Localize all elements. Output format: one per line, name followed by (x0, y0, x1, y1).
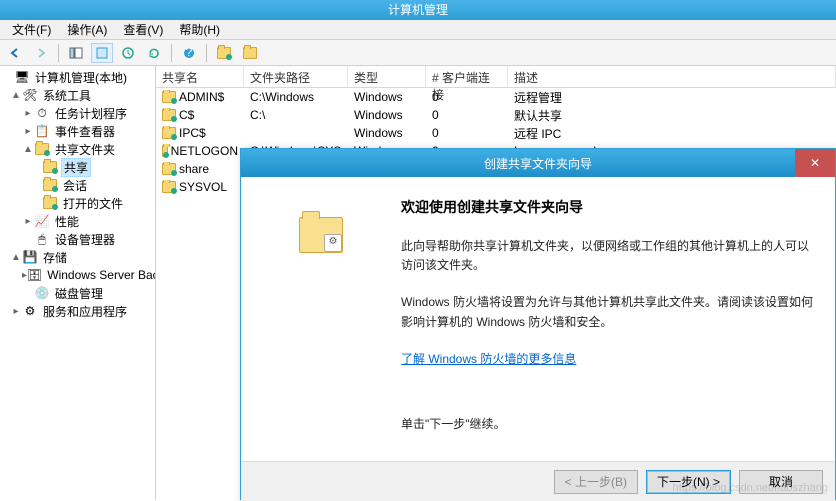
share-path: C:\Windows (244, 90, 348, 104)
create-share-wizard: 创建共享文件夹向导 ✕ 欢迎使用创建共享文件夹向导 此向导帮助你共享计算机文件夹… (240, 148, 836, 500)
back-button: < 上一步(B) (554, 470, 638, 494)
tree-shares[interactable]: 共享 (2, 158, 153, 176)
share-name: share (179, 162, 209, 176)
tree-disk-mgmt[interactable]: 💿磁盘管理 (2, 284, 153, 302)
share-type: Windows (348, 108, 426, 122)
disk-icon: 💿 (34, 285, 50, 301)
share-row[interactable]: C$ C:\Windows0默认共享 (156, 106, 836, 124)
tree-event-viewer[interactable]: ▸📋事件查看器 (2, 122, 153, 140)
col-name[interactable]: 共享名 (156, 66, 244, 87)
back-button[interactable] (4, 43, 26, 63)
tree-system-tools[interactable]: ▲🛠系统工具 (2, 86, 153, 104)
properties-button[interactable] (91, 43, 113, 63)
list-header: 共享名 文件夹路径 类型 # 客户端连接 描述 (156, 66, 836, 88)
new-share-button[interactable] (213, 43, 235, 63)
svg-text:?: ? (186, 46, 193, 59)
toolbar-separator (58, 44, 59, 62)
event-icon: 📋 (34, 123, 50, 139)
menu-action[interactable]: 操作(A) (59, 19, 115, 40)
tree-services[interactable]: ▸⚙服务和应用程序 (2, 302, 153, 320)
shared-folder-icon (162, 91, 176, 103)
menubar: 文件(F) 操作(A) 查看(V) 帮助(H) (0, 20, 836, 40)
share-row[interactable]: ADMIN$ C:\WindowsWindows0远程管理 (156, 88, 836, 106)
shared-folder-icon (162, 145, 168, 157)
shared-folder-icon (42, 195, 58, 211)
tools-icon: 🛠 (22, 87, 38, 103)
wizard-titlebar[interactable]: 创建共享文件夹向导 ✕ (241, 149, 835, 177)
shared-folder-icon (34, 141, 50, 157)
col-path[interactable]: 文件夹路径 (244, 66, 348, 87)
col-type[interactable]: 类型 (348, 66, 426, 87)
share-conn: 0 (426, 90, 508, 104)
nav-tree: 🖥计算机管理(本地) ▲🛠系统工具 ▸⏱任务计划程序 ▸📋事件查看器 ▲共享文件… (0, 66, 156, 500)
toolbar: ? (0, 40, 836, 66)
show-hide-tree-button[interactable] (65, 43, 87, 63)
share-name: IPC$ (179, 126, 206, 140)
tree-performance[interactable]: ▸📈性能 (2, 212, 153, 230)
wizard-text: 单击"下一步"继续。 (401, 415, 815, 434)
share-desc: 远程管理 (508, 89, 836, 106)
stop-sharing-button[interactable] (239, 43, 261, 63)
shared-folder-icon (162, 181, 176, 193)
tree-storage[interactable]: ▲💾存储 (2, 248, 153, 266)
shared-folder-icon (217, 47, 231, 59)
menu-file[interactable]: 文件(F) (4, 19, 59, 40)
share-conn: 0 (426, 108, 508, 122)
wizard-sidebar (241, 177, 401, 461)
share-conn: 0 (426, 126, 508, 140)
wizard-text: Windows 防火墙将设置为允许与其他计算机共享此文件夹。请阅读该设置如何影响… (401, 293, 815, 331)
shared-folder-icon (162, 127, 176, 139)
cancel-button[interactable]: 取消 (739, 470, 823, 494)
share-desc: 默认共享 (508, 107, 836, 124)
share-name: ADMIN$ (179, 90, 224, 104)
window-titlebar: 计算机管理 (0, 0, 836, 20)
tree-root[interactable]: 🖥计算机管理(本地) (2, 68, 153, 86)
tree-shared-folders[interactable]: ▲共享文件夹 (2, 140, 153, 158)
refresh-button[interactable] (143, 43, 165, 63)
toolbar-separator (171, 44, 172, 62)
next-button[interactable]: 下一步(N) > (646, 470, 731, 494)
wizard-text: 此向导帮助你共享计算机文件夹，以便网络或工作组的其他计算机上的人可以访问该文件夹… (401, 237, 815, 275)
tree-task-scheduler[interactable]: ▸⏱任务计划程序 (2, 104, 153, 122)
menu-view[interactable]: 查看(V) (115, 19, 171, 40)
tree-wsb[interactable]: ▸🗄Windows Server Back (2, 266, 153, 284)
clock-icon: ⏱ (34, 105, 50, 121)
close-button[interactable]: ✕ (795, 149, 835, 177)
services-icon: ⚙ (22, 303, 38, 319)
backup-icon: 🗄 (27, 267, 42, 283)
share-desc: 远程 IPC (508, 125, 836, 142)
computer-icon: 🖥 (14, 69, 30, 85)
wizard-title-text: 创建共享文件夹向导 (484, 155, 592, 172)
share-type: Windows (348, 90, 426, 104)
col-conn[interactable]: # 客户端连接 (426, 66, 508, 87)
shared-folder-icon (42, 177, 58, 193)
wizard-heading: 欢迎使用创建共享文件夹向导 (401, 197, 815, 217)
share-row[interactable]: IPC$ Windows0远程 IPC (156, 124, 836, 142)
share-name: NETLOGON (171, 144, 238, 158)
export-button[interactable] (117, 43, 139, 63)
shared-folder-icon (162, 163, 176, 175)
tree-device-manager[interactable]: 🖱设备管理器 (2, 230, 153, 248)
tree-sessions[interactable]: 会话 (2, 176, 153, 194)
col-desc[interactable]: 描述 (508, 66, 836, 87)
share-path: C:\ (244, 108, 348, 122)
help-button[interactable]: ? (178, 43, 200, 63)
share-type: Windows (348, 126, 426, 140)
performance-icon: 📈 (34, 213, 50, 229)
wizard-buttons: < 上一步(B) 下一步(N) > 取消 (241, 461, 835, 501)
forward-button[interactable] (30, 43, 52, 63)
close-icon: ✕ (810, 156, 820, 170)
menu-help[interactable]: 帮助(H) (171, 19, 228, 40)
share-name: SYSVOL (179, 180, 227, 194)
device-icon: 🖱 (34, 231, 50, 247)
shared-folder-icon (42, 159, 58, 175)
toolbar-separator (206, 44, 207, 62)
folder-icon (243, 47, 257, 59)
firewall-info-link[interactable]: 了解 Windows 防火墙的更多信息 (401, 350, 576, 367)
wizard-folder-icon (299, 217, 343, 253)
share-name: C$ (179, 108, 194, 122)
storage-icon: 💾 (22, 249, 38, 265)
shared-folder-icon (162, 109, 176, 121)
tree-open-files[interactable]: 打开的文件 (2, 194, 153, 212)
